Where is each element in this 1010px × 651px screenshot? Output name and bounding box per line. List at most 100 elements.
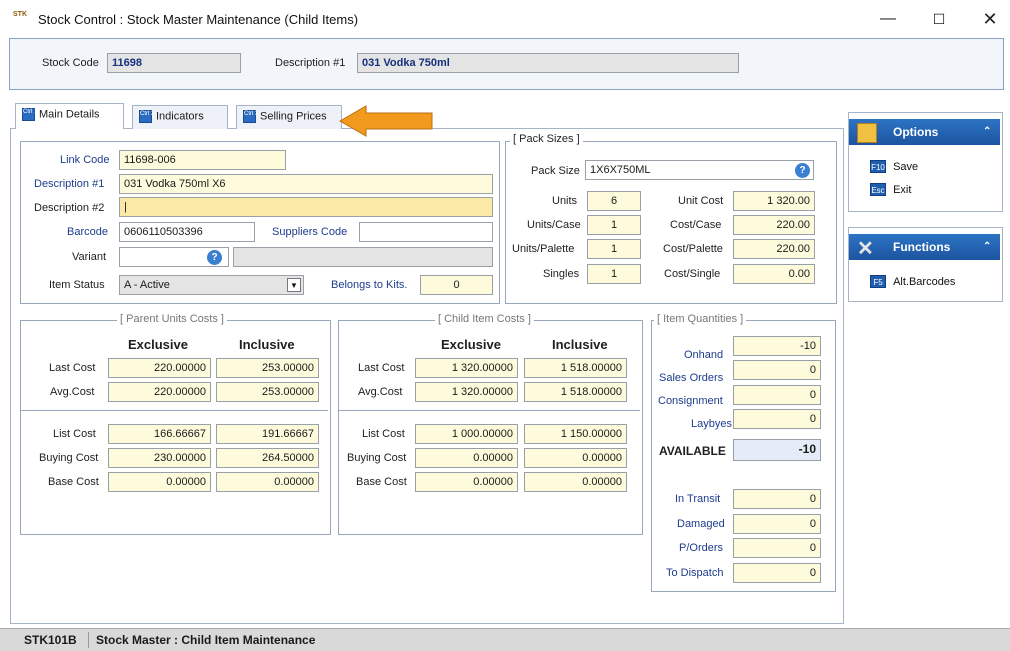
unit-cost-field[interactable]: 1 320.00 bbox=[733, 191, 815, 211]
cost-case-field[interactable]: 220.00 bbox=[733, 215, 815, 235]
child-last-cost-excl[interactable]: 1 320.00000 bbox=[415, 358, 518, 378]
desc1-label: Description #1 bbox=[34, 178, 105, 190]
belongs-to-kits-field[interactable]: 0 bbox=[420, 275, 493, 295]
child-avg-cost-label: Avg.Cost bbox=[358, 386, 403, 398]
child-avg-cost-excl[interactable]: 1 320.00000 bbox=[415, 382, 518, 402]
function-alt-barcodes[interactable]: F5 Alt.Barcodes bbox=[870, 275, 955, 288]
desc1-field[interactable]: 031 Vodka 750ml X6 bbox=[119, 174, 493, 194]
desc2-label: Description #2 bbox=[34, 202, 105, 214]
close-button[interactable]: ✕ bbox=[970, 6, 1010, 32]
chevron-down-icon[interactable]: ▼ bbox=[287, 278, 301, 292]
tools-icon: ✕ bbox=[857, 238, 874, 260]
cost-palette-field[interactable]: 220.00 bbox=[733, 239, 815, 259]
parent-base-cost-excl[interactable]: 0.00000 bbox=[108, 472, 211, 492]
parent-last-cost-incl[interactable]: 253.00000 bbox=[216, 358, 319, 378]
parent-buying-cost-label: Buying Cost bbox=[39, 452, 99, 464]
child-base-cost-excl[interactable]: 0.00000 bbox=[415, 472, 518, 492]
desc2-field[interactable]: | bbox=[119, 197, 493, 217]
belongs-to-kits-label: Belongs to Kits. bbox=[331, 279, 408, 291]
child-last-cost-incl[interactable]: 1 518.00000 bbox=[524, 358, 627, 378]
available-label: AVAILABLE bbox=[659, 444, 726, 458]
barcode-field[interactable]: 0606110503396 bbox=[119, 222, 255, 242]
child-buying-cost-incl[interactable]: 0.00000 bbox=[524, 448, 627, 468]
ctrl-key-icon: Ctrl 3 bbox=[243, 110, 258, 123]
collapse-chevron-icon[interactable]: ⌃ bbox=[983, 234, 991, 260]
minimize-button[interactable]: — bbox=[868, 6, 908, 32]
units-field[interactable]: 6 bbox=[587, 191, 641, 211]
units-case-label: Units/Case bbox=[527, 219, 581, 231]
variant-lookup-icon[interactable]: ? bbox=[207, 250, 222, 265]
sales-orders-field[interactable]: 0 bbox=[733, 360, 821, 380]
parent-list-cost-incl[interactable]: 191.66667 bbox=[216, 424, 319, 444]
parent-exclusive-header: Exclusive bbox=[128, 337, 188, 352]
singles-field[interactable]: 1 bbox=[587, 264, 641, 284]
units-case-field[interactable]: 1 bbox=[587, 215, 641, 235]
parent-avg-cost-label: Avg.Cost bbox=[50, 386, 95, 398]
p-orders-label: P/Orders bbox=[679, 542, 724, 554]
damaged-field[interactable]: 0 bbox=[733, 514, 821, 534]
parent-costs-divider bbox=[21, 410, 328, 411]
pack-size-lookup-icon[interactable]: ? bbox=[795, 163, 810, 178]
sales-orders-label: Sales Orders bbox=[659, 372, 724, 384]
pack-size-field[interactable]: 1X6X750ML bbox=[585, 160, 814, 180]
app-icon: STK bbox=[13, 11, 27, 18]
tab-indicators[interactable]: Ctrl 2 Indicators bbox=[132, 105, 228, 129]
available-field: -10 bbox=[733, 439, 821, 461]
tab-selling-prices[interactable]: Ctrl 3 Selling Prices bbox=[236, 105, 342, 129]
tab-label: Selling Prices bbox=[260, 110, 327, 123]
child-costs-divider bbox=[339, 410, 640, 411]
options-icon bbox=[857, 123, 877, 143]
consignment-label: Consignment bbox=[658, 395, 723, 407]
cost-case-label: Cost/Case bbox=[670, 219, 722, 231]
functions-header[interactable]: ✕ Functions ⌃ bbox=[849, 234, 1000, 260]
header-desc1-field[interactable]: 031 Vodka 750ml bbox=[357, 53, 739, 73]
parent-inclusive-header: Inclusive bbox=[239, 337, 295, 352]
suppliers-code-label: Suppliers Code bbox=[272, 226, 348, 238]
units-palette-field[interactable]: 1 bbox=[587, 239, 641, 259]
onhand-field[interactable]: -10 bbox=[733, 336, 821, 356]
child-list-cost-incl[interactable]: 1 150.00000 bbox=[524, 424, 627, 444]
window-title: Stock Control : Stock Master Maintenance… bbox=[38, 12, 359, 27]
parent-base-cost-label: Base Cost bbox=[48, 476, 99, 488]
f10-key-icon: F10 bbox=[870, 160, 886, 173]
link-code-field[interactable]: 11698-006 bbox=[119, 150, 286, 170]
parent-last-cost-excl[interactable]: 220.00000 bbox=[108, 358, 211, 378]
pack-sizes-title: [ Pack Sizes ] bbox=[510, 133, 583, 145]
cost-single-label: Cost/Single bbox=[664, 268, 721, 280]
maximize-button[interactable]: ☐ bbox=[919, 6, 959, 32]
child-avg-cost-incl[interactable]: 1 518.00000 bbox=[524, 382, 627, 402]
child-costs-title: [ Child Item Costs ] bbox=[435, 313, 534, 325]
in-transit-field[interactable]: 0 bbox=[733, 489, 821, 509]
esc-key-icon: Esc bbox=[870, 183, 886, 196]
parent-avg-cost-excl[interactable]: 220.00000 bbox=[108, 382, 211, 402]
parent-base-cost-incl[interactable]: 0.00000 bbox=[216, 472, 319, 492]
in-transit-label: In Transit bbox=[675, 493, 721, 505]
option-save[interactable]: F10 Save bbox=[870, 160, 918, 173]
parent-last-cost-label: Last Cost bbox=[49, 362, 96, 374]
suppliers-code-field[interactable] bbox=[359, 222, 493, 242]
options-header[interactable]: Options ⌃ bbox=[849, 119, 1000, 145]
child-list-cost-excl[interactable]: 1 000.00000 bbox=[415, 424, 518, 444]
parent-buying-cost-incl[interactable]: 264.50000 bbox=[216, 448, 319, 468]
laybyes-field[interactable]: 0 bbox=[733, 409, 821, 429]
tab-main-details[interactable]: Ctrl 1 Main Details bbox=[15, 103, 124, 129]
collapse-chevron-icon[interactable]: ⌃ bbox=[983, 119, 991, 145]
cost-single-field[interactable]: 0.00 bbox=[733, 264, 815, 284]
stock-code-label: Stock Code bbox=[42, 57, 99, 69]
option-save-label: Save bbox=[893, 161, 919, 173]
child-buying-cost-label: Buying Cost bbox=[347, 452, 407, 464]
child-base-cost-incl[interactable]: 0.00000 bbox=[524, 472, 627, 492]
unit-cost-label: Unit Cost bbox=[678, 195, 724, 207]
option-exit[interactable]: Esc Exit bbox=[870, 183, 911, 196]
stock-code-field[interactable]: 11698 bbox=[107, 53, 241, 73]
parent-list-cost-excl[interactable]: 166.66667 bbox=[108, 424, 211, 444]
child-buying-cost-excl[interactable]: 0.00000 bbox=[415, 448, 518, 468]
parent-buying-cost-excl[interactable]: 230.00000 bbox=[108, 448, 211, 468]
child-exclusive-header: Exclusive bbox=[441, 337, 501, 352]
p-orders-field[interactable]: 0 bbox=[733, 538, 821, 558]
to-dispatch-field[interactable]: 0 bbox=[733, 563, 821, 583]
consignment-field[interactable]: 0 bbox=[733, 385, 821, 405]
item-quantities-title: [ Item Quantities ] bbox=[654, 313, 747, 325]
item-status-select[interactable]: A - Active bbox=[119, 275, 304, 295]
parent-avg-cost-incl[interactable]: 253.00000 bbox=[216, 382, 319, 402]
